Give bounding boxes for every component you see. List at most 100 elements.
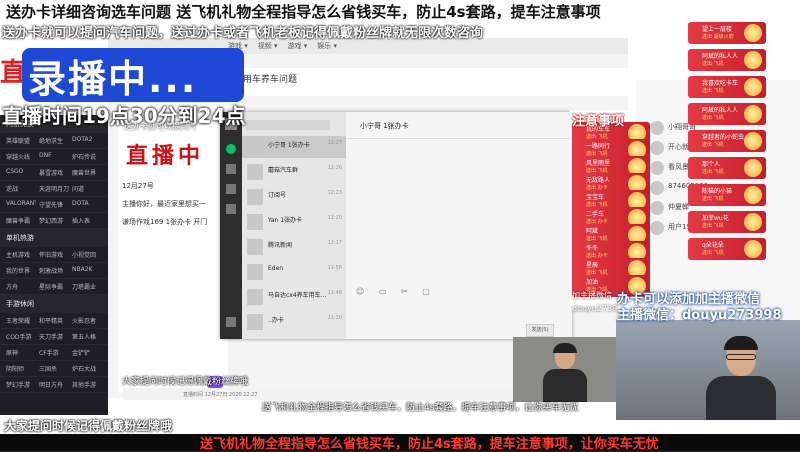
chat-window: 小宁哥 1张办卡 12:27 蘑菇汽车群 12:26 订阅号 12:23 Yan 1张办卡 1… — [220, 112, 572, 339]
chat-item[interactable]: Eden 11:58 — [242, 261, 346, 283]
sidebar-category[interactable]: 原神 — [6, 348, 36, 357]
nav-item[interactable]: 游戏 ▾ — [288, 41, 308, 51]
sidebar-category[interactable]: 英雄联盟 — [6, 136, 36, 145]
sidebar-section-title: 单机热游 — [0, 229, 108, 247]
gift-card: 我喜欢吃卡车 送出 飞机 — [688, 76, 766, 98]
contacts-icon[interactable] — [226, 164, 236, 174]
gift-sender: 我喜欢吃卡车 — [702, 80, 739, 87]
sidebar-category[interactable]: 魔兽世界 — [72, 168, 102, 177]
sidebar-category[interactable]: DOTA — [72, 200, 102, 209]
subtitle-overlay: 注意事项 — [572, 114, 625, 129]
nav-item[interactable]: 娱乐 ▾ — [317, 41, 337, 51]
chat-item-time: 12:17 — [327, 240, 342, 246]
chat-item-time: 12:26 — [327, 165, 342, 171]
sidebar-category[interactable]: 炉石大战 — [72, 364, 102, 373]
nav-item[interactable]: 视频 ▾ — [258, 41, 278, 51]
favorites-icon[interactable] — [226, 184, 236, 194]
chat-item[interactable]: Yan 1张办卡 12:20 — [242, 211, 346, 233]
chat-item[interactable]: 马自达cx4养车用车... 11:46 — [242, 286, 346, 308]
sidebar-category[interactable]: 绝地求生 — [39, 136, 69, 145]
chat-item[interactable]: 腾讯新闻 12:17 — [242, 236, 346, 258]
chat-header: 小宁哥 1张办卡 — [346, 112, 572, 139]
gift-icon — [744, 213, 762, 231]
sidebar-category[interactable]: 刺激战场 — [39, 266, 69, 275]
sidebar-row: 梦幻手游 明日方舟 其他手游 — [0, 377, 108, 393]
chat-icon[interactable] — [226, 144, 236, 154]
sidebar-category[interactable]: 天涯明月刀 — [39, 184, 69, 193]
sidebar-category[interactable]: 和平精英 — [39, 316, 69, 325]
sidebar-category[interactable]: 插入表 — [72, 216, 102, 225]
sidebar-category[interactable]: DNF — [39, 152, 69, 161]
gift-card: q朵花朵 送出 飞机 — [688, 238, 766, 260]
sidebar-category[interactable]: 方舟 — [6, 282, 36, 291]
chat-toolbar[interactable]: ☺ ▭ ✂ ▢ — [356, 287, 436, 296]
sidebar-category[interactable]: 王者荣耀 — [6, 316, 36, 325]
chat-item-time: 12:20 — [327, 215, 342, 221]
chat-item[interactable]: ..办卡 11:30 — [242, 311, 346, 333]
avatar — [247, 239, 263, 255]
sidebar-row: 逆战 天涯明月刀 问道 — [0, 181, 108, 197]
chat-item-name: 订阅号 — [268, 192, 287, 199]
sidebar-category[interactable]: 星际争霸 — [39, 282, 69, 291]
sidebar-category[interactable]: 小视觉回 — [72, 250, 102, 259]
chat-item[interactable]: 小宁哥 1张办卡 12:27 — [242, 136, 346, 158]
sidebar-category[interactable]: 怀旧游戏 — [39, 250, 69, 259]
chat-item-name: 小宁哥 1张办卡 — [268, 142, 310, 149]
sidebar-category[interactable]: 守望先锋 — [39, 200, 69, 209]
sidebar-category[interactable]: 其他手游 — [72, 380, 102, 389]
send-button[interactable]: 发送(S) — [526, 324, 554, 337]
wechat-side-1: 加主播微信 — [572, 291, 612, 300]
sidebar-category[interactable]: 穿越火线 — [6, 152, 36, 161]
conversation-list: 小宁哥 1张办卡 12:27 蘑菇汽车群 12:26 订阅号 12:23 Yan 1张办卡 1… — [242, 112, 346, 339]
sidebar-category[interactable]: CF手游 — [39, 348, 69, 357]
sidebar-category[interactable]: 炉石传说 — [72, 152, 102, 161]
player-bar: 直播时间 12月27日 2020.12.27 — [123, 376, 513, 400]
sidebar-category[interactable]: 梦幻西游 — [39, 216, 69, 225]
sidebar-category[interactable]: NBA2K — [72, 266, 102, 275]
chat-title: 小宁哥 1张办卡 — [360, 122, 409, 130]
sidebar-category[interactable]: CSGO — [6, 168, 36, 177]
menu-icon[interactable] — [226, 317, 236, 327]
sidebar-category[interactable]: COD手游 — [6, 332, 36, 341]
chat-item-time: 12:23 — [327, 190, 342, 196]
sidebar-category[interactable]: DOTA2 — [72, 136, 102, 145]
gift-card: 加菲wu花 送出 飞机 — [688, 211, 766, 233]
sidebar-category[interactable]: 问道 — [72, 184, 102, 193]
sidebar-category[interactable]: 刀塔霸业 — [72, 282, 102, 291]
sidebar-category[interactable]: 天刀手游 — [39, 332, 69, 341]
sidebar-category[interactable]: VALORANT — [6, 200, 36, 209]
avatar — [247, 189, 263, 205]
webcam-main — [616, 320, 800, 420]
sidebar-category[interactable]: 逆战 — [6, 184, 36, 193]
search-input[interactable] — [246, 120, 330, 130]
recording-label: 录播中... — [28, 57, 198, 101]
folder-icon[interactable] — [226, 204, 236, 214]
sidebar-category[interactable]: 魔兽争霸 — [6, 216, 36, 225]
gift-type: 送出 飞机 — [702, 169, 724, 175]
category-sidebar: 网游竞技 英雄联盟 绝地求生 DOTA2 穿越火线 DNF 炉石传说 CSGO 暴雪游戏 魔兽世界… — [0, 115, 108, 415]
chat-rail — [220, 112, 242, 339]
sidebar-row: COD手游 天刀手游 第五人格 — [0, 329, 108, 345]
gift-card: 穿越者的小蛇虫 送出 飞机 — [688, 130, 766, 152]
gift-sender: 穿越者的小蛇虫 — [702, 134, 745, 141]
gift-type: 送出 飞机 — [702, 88, 724, 94]
sidebar-category[interactable]: 金铲铲 — [72, 348, 102, 357]
avatar — [247, 164, 263, 180]
webcam-small — [513, 337, 616, 402]
sidebar-category[interactable]: 我的世界 — [6, 266, 36, 275]
chat-item[interactable]: 订阅号 12:23 — [242, 186, 346, 208]
sidebar-category[interactable]: 暴雪游戏 — [39, 168, 69, 177]
sidebar-category[interactable]: 阴阳师 — [6, 364, 36, 373]
chat-item-time: 12:27 — [327, 140, 342, 146]
sidebar-category[interactable]: 主机游戏 — [6, 250, 36, 259]
sidebar-category[interactable]: 明日方舟 — [39, 380, 69, 389]
sidebar-category[interactable]: 三国杀 — [39, 364, 69, 373]
sidebar-category[interactable]: 梦幻手游 — [6, 380, 36, 389]
sidebar-row: 穿越火线 DNF 炉石传说 — [0, 149, 108, 165]
chat-item[interactable]: 蘑菇汽车群 12:26 — [242, 161, 346, 183]
sidebar-category[interactable]: 火影忍者 — [72, 316, 102, 325]
room-title: 用车养车问题 — [243, 75, 298, 85]
rank-name: 仲夏蝉 — [668, 203, 689, 211]
chat-item-name: 马自达cx4养车用车... — [268, 292, 327, 299]
sidebar-category[interactable]: 第五人格 — [72, 332, 102, 341]
